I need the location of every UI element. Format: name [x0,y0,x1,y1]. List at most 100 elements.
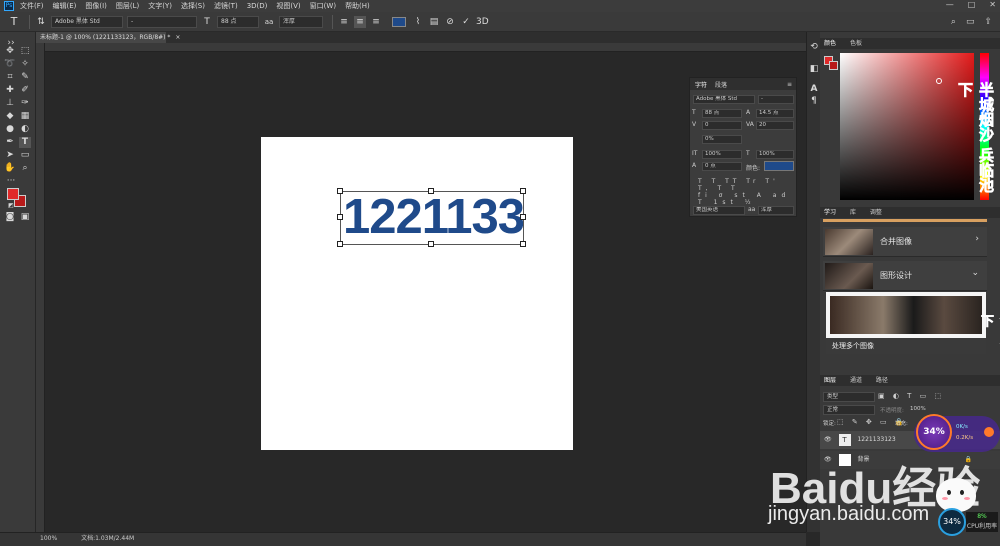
menu-file[interactable]: 文件(F) [20,1,44,11]
document-canvas[interactable] [261,137,573,450]
font-style-select[interactable]: - [127,15,197,28]
char-language[interactable]: 美国英语 [693,206,745,215]
char-baseline-shift[interactable]: 0 点 [702,162,742,171]
align-center-icon[interactable]: ≡ [354,15,366,28]
workspace-icon[interactable]: ▭ [966,17,975,27]
transform-handle[interactable] [520,241,526,247]
zoom-level[interactable]: 100% [40,535,57,542]
type-tool-icon[interactable]: T [8,15,20,28]
learn-sub-card[interactable]: 处理多个图像 [826,292,986,354]
panel-menu-icon[interactable]: ≡ [787,81,792,88]
document-info[interactable]: 文档:1.03M/2.44M [81,535,134,542]
menu-view[interactable]: 视图(V) [276,1,300,11]
align-left-icon[interactable]: ≡ [338,16,350,28]
tab-learn[interactable]: 学习 [824,209,836,216]
brush-tool-icon[interactable]: ✐ [19,85,31,96]
tab-adjustments[interactable]: 调整 [870,209,882,216]
transform-handle[interactable] [520,214,526,220]
default-colors-icon[interactable]: ◩ [5,200,17,211]
learn-item-graphic[interactable]: 图形设计 ⌄ [823,261,987,291]
opentype-buttons[interactable]: fi σ st A ad T 1st ½ [698,192,796,206]
zoom-tool-icon[interactable]: ⌕ [19,163,31,174]
transform-handle[interactable] [337,188,343,194]
layer-filter-select[interactable]: 类型 [823,392,875,402]
magic-wand-tool-icon[interactable]: ✧ [19,59,31,70]
properties-panel-icon[interactable]: ◧ [808,64,820,75]
background-color-swatch[interactable] [829,61,838,70]
opacity-value[interactable]: 100% [910,406,926,412]
antialias-select[interactable]: 浑厚 [279,15,323,28]
warp-text-icon[interactable]: ⌇ [412,16,424,28]
type-tool-icon[interactable]: T [19,137,31,148]
shape-tool-icon[interactable]: ▭ [19,150,31,161]
text-bounding-box[interactable] [340,191,524,245]
font-size-select[interactable]: 88 点 [217,15,259,28]
close-icon[interactable]: ✕ [989,0,996,9]
menu-filter[interactable]: 滤镜(T) [214,1,238,11]
crop-tool-icon[interactable]: ⌗ [4,72,16,83]
3d-icon[interactable]: 3D [476,16,489,28]
tab-layers[interactable]: 图层 [824,377,836,384]
align-right-icon[interactable]: ≡ [370,16,382,28]
menu-window[interactable]: 窗口(W) [310,1,336,11]
type-style-buttons[interactable]: T T TT Tr T' T, T T [698,178,796,192]
cancel-icon[interactable]: ⊘ [444,16,456,28]
cpu-usage-circle[interactable]: 34% [916,414,952,450]
maximize-icon[interactable]: □ [968,0,976,9]
eyedropper-tool-icon[interactable]: ✎ [19,72,31,83]
dodge-tool-icon[interactable]: ◐ [19,124,31,135]
boost-icon[interactable] [984,427,994,437]
tab-color[interactable]: 颜色 [824,40,836,47]
tab-paths[interactable]: 路径 [876,377,888,384]
blur-tool-icon[interactable]: ● [4,124,16,135]
history-panel-icon[interactable]: ⟲ [808,42,820,53]
lasso-tool-icon[interactable]: ➰ [4,59,16,70]
close-tab-icon[interactable]: × [175,34,180,41]
tab-swatches[interactable]: 色板 [850,40,862,47]
commit-check-icon[interactable]: ✓ [460,16,472,28]
char-font-family[interactable]: Adobe 黑体 Std [693,95,755,104]
move-tool-icon[interactable]: ✥ [4,46,16,57]
menu-help[interactable]: 帮助(H) [345,1,370,11]
more-tools-icon[interactable]: ··· [5,176,17,187]
tab-character[interactable]: 字符 [695,80,707,89]
transform-handle[interactable] [520,188,526,194]
character-panel-icon[interactable]: ▤ [428,16,440,28]
char-proportional-spacing[interactable]: 0% [702,135,742,144]
blend-mode-select[interactable]: 正常 [823,405,875,415]
layer-filter-icons[interactable]: ▣ ◐ T ▭ ⬚ [878,392,944,400]
tab-libraries[interactable]: 库 [850,209,856,216]
eraser-tool-icon[interactable]: ◆ [4,111,16,122]
cpu-usage-small[interactable]: 34% [938,508,966,536]
char-tracking[interactable]: 20 [756,121,794,130]
marquee-tool-icon[interactable]: ⬚ [19,46,31,57]
minimize-icon[interactable]: — [946,0,954,9]
char-vertical-scale[interactable]: 100% [702,150,742,159]
char-antialias[interactable]: 浑厚 [758,206,794,215]
transform-handle[interactable] [428,188,434,194]
menu-layer[interactable]: 图层(L) [116,1,139,11]
menu-image[interactable]: 图像(I) [85,1,107,11]
char-horizontal-scale[interactable]: 100% [756,150,794,159]
quick-mask-icon[interactable]: ◙ [4,212,16,223]
gradient-tool-icon[interactable]: ▦ [19,111,31,122]
healing-tool-icon[interactable]: ✚ [4,85,16,96]
stamp-tool-icon[interactable]: ⊥ [4,98,16,109]
pen-tool-icon[interactable]: ✒ [4,137,16,148]
font-family-select[interactable]: Adobe 黑体 Std [51,15,123,28]
menu-3d[interactable]: 3D(D) [247,2,268,10]
char-kerning[interactable]: 0 [702,121,742,130]
char-font-size[interactable]: 88 点 [702,109,742,118]
paragraph-panel-icon[interactable]: ¶ [808,96,820,107]
color-picker-field[interactable] [840,53,974,200]
char-color-swatch[interactable] [764,161,794,171]
text-color-swatch[interactable] [392,16,406,27]
search-icon[interactable]: ⌕ [951,17,956,27]
transform-handle[interactable] [337,214,343,220]
character-panel-icon[interactable]: A [808,84,820,95]
foreground-color-swatch[interactable] [7,188,19,200]
learn-item-merge[interactable]: 合并图像 › [823,227,987,257]
share-icon[interactable]: ⇪ [984,17,992,27]
transform-handle[interactable] [428,241,434,247]
menu-type[interactable]: 文字(Y) [148,1,172,11]
